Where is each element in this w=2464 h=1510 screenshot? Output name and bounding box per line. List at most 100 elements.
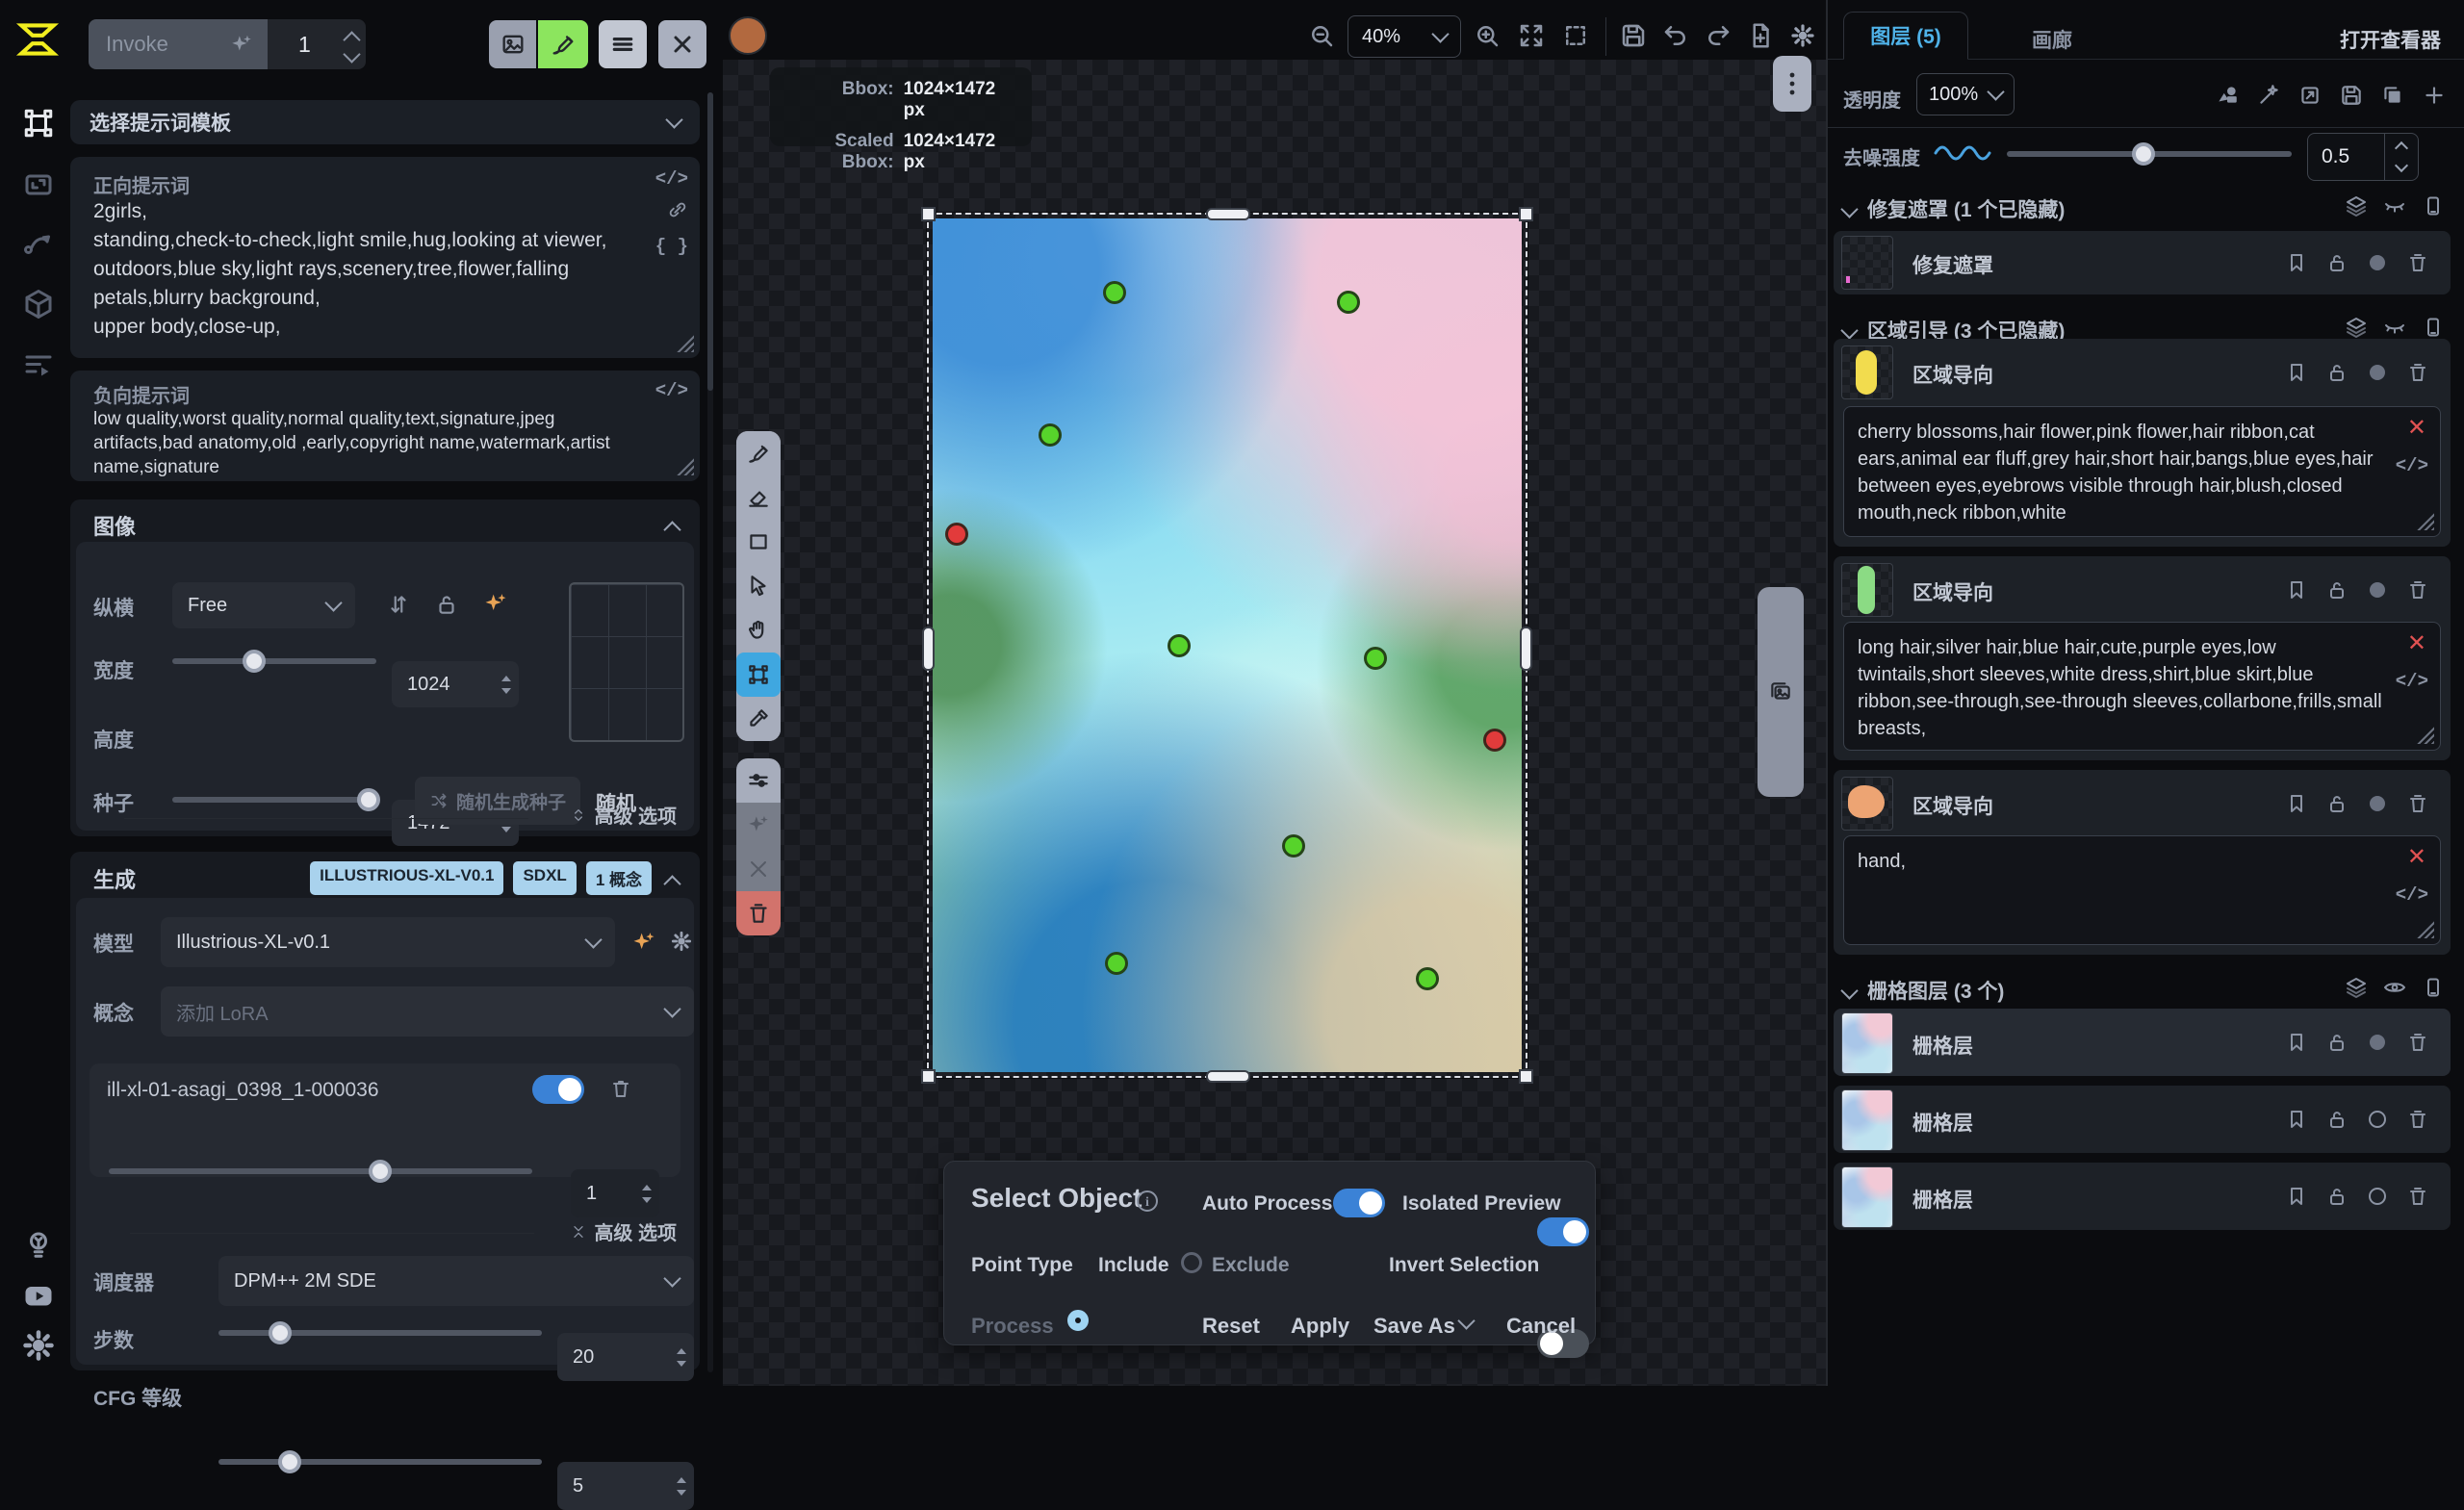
cfg-input[interactable]: 5 — [557, 1462, 694, 1510]
bbox-edge-handle-w[interactable] — [922, 627, 935, 671]
save-icon[interactable] — [1619, 21, 1648, 50]
clear-tool-disabled[interactable] — [736, 847, 781, 891]
redo-icon[interactable] — [1704, 21, 1732, 50]
trash-icon[interactable] — [2406, 361, 2429, 384]
denoise-slider[interactable] — [2007, 142, 2292, 166]
regional-layer-thumbnail[interactable] — [1841, 777, 1893, 831]
link-icon[interactable] — [667, 199, 688, 220]
settings-scrollbar-track[interactable] — [707, 92, 713, 1372]
positive-prompt-text[interactable]: 2girls, standing,check-to-check,light sm… — [93, 197, 642, 342]
bbox-corner-handle-ne[interactable] — [1519, 207, 1533, 221]
regional-prompt-box[interactable]: cherry blossoms,hair flower,pink flower,… — [1843, 406, 2441, 537]
tab-canvas-icon[interactable] — [21, 106, 56, 141]
new-canvas-icon[interactable] — [1746, 21, 1775, 50]
visibility-circle-outline-icon[interactable] — [2366, 1185, 2389, 1208]
bbox-edge-handle-n[interactable] — [1206, 208, 1250, 220]
bbox-corner-handle-nw[interactable] — [921, 207, 936, 221]
image-advanced-options[interactable]: 高级 选项 — [571, 801, 677, 829]
duplicate-icon[interactable] — [2380, 83, 2405, 108]
optimize-size-sparkle-icon[interactable] — [482, 590, 509, 617]
code-toggle-icon[interactable]: </> — [655, 380, 688, 401]
layer-stack-icon[interactable] — [2345, 976, 2368, 999]
lock-open-icon[interactable] — [2325, 1185, 2348, 1208]
regional-prompt-box[interactable]: long hair,silver hair,blue hair,cute,pur… — [1843, 622, 2441, 751]
height-slider[interactable] — [172, 788, 376, 811]
include-point[interactable] — [1103, 281, 1126, 304]
zoom-in-icon[interactable] — [1473, 21, 1502, 50]
zoom-out-icon[interactable] — [1307, 21, 1336, 50]
code-toggle-icon[interactable]: </> — [2396, 455, 2428, 476]
regional-layer-thumbnail[interactable] — [1841, 346, 1893, 399]
tab-upscaling-icon[interactable] — [21, 167, 56, 202]
delete-prompt-x-icon[interactable]: ✕ — [2407, 419, 2426, 438]
tab-workflows-icon[interactable] — [21, 225, 56, 260]
bbox-tool-active[interactable] — [736, 653, 781, 697]
lock-open-icon[interactable] — [2325, 361, 2348, 384]
lora-weight-slider[interactable] — [109, 1160, 532, 1183]
visibility-circle-icon[interactable] — [2366, 578, 2389, 601]
braces-icon[interactable]: { } — [655, 236, 688, 257]
exclude-point[interactable] — [945, 523, 968, 546]
width-input[interactable]: 1024 — [392, 661, 519, 707]
save-layer-icon[interactable] — [2339, 83, 2364, 108]
layer-stack-icon[interactable] — [2345, 194, 2368, 218]
bookmark-icon[interactable] — [2285, 578, 2308, 601]
lock-open-icon[interactable] — [2325, 1031, 2348, 1054]
model-sparkle-icon[interactable] — [630, 929, 657, 956]
bookmark-icon[interactable] — [2285, 792, 2308, 815]
reset-button[interactable]: Reset — [1202, 1314, 1260, 1339]
visibility-circle-icon[interactable] — [2366, 251, 2389, 274]
bbox-corner-handle-sw[interactable] — [921, 1069, 936, 1084]
color-swatch[interactable] — [729, 16, 767, 55]
eraser-tool[interactable] — [736, 475, 781, 520]
lock-open-icon[interactable] — [2325, 251, 2348, 274]
eye-open-icon[interactable] — [2383, 976, 2406, 999]
code-toggle-icon[interactable]: </> — [2396, 671, 2428, 692]
process-button[interactable]: Process — [971, 1314, 1054, 1339]
trash-icon[interactable] — [2406, 792, 2429, 815]
include-radio[interactable] — [1067, 1310, 1089, 1331]
bbox-edge-handle-e[interactable] — [1520, 627, 1532, 671]
raster-layer-row[interactable]: 栅格层 — [1834, 1086, 2451, 1153]
include-point[interactable] — [1337, 291, 1360, 314]
trash-icon[interactable] — [2406, 578, 2429, 601]
frame-icon[interactable] — [2422, 194, 2445, 218]
denoise-input[interactable]: 0.5 — [2307, 133, 2419, 181]
bookmark-icon[interactable] — [2285, 1185, 2308, 1208]
generation-advanced-options[interactable]: 高级 选项 — [571, 1217, 677, 1245]
negative-prompt-card[interactable]: 负向提示词 </> low quality,worst quality,norm… — [70, 371, 700, 481]
tab-queue-icon[interactable] — [21, 348, 56, 383]
save-as-button[interactable]: Save As — [1373, 1314, 1455, 1339]
bookmark-icon[interactable] — [2285, 1108, 2308, 1131]
transform-tool-disabled[interactable] — [736, 803, 781, 847]
opacity-select[interactable]: 100% — [1916, 73, 2015, 115]
cfg-slider[interactable] — [218, 1450, 542, 1473]
eyedropper-tool[interactable] — [736, 697, 781, 741]
layer-stack-icon[interactable] — [2345, 316, 2368, 339]
filter-tool[interactable] — [736, 758, 781, 803]
selection-bbox[interactable] — [927, 213, 1527, 1078]
negative-prompt-text[interactable]: low quality,worst quality,normal quality… — [93, 407, 652, 479]
collapse-chevron-icon[interactable] — [663, 875, 680, 892]
fit-to-view-icon[interactable] — [1517, 21, 1546, 50]
gallery-drawer-handle[interactable] — [1758, 587, 1804, 797]
include-point[interactable] — [1416, 967, 1439, 990]
bookmark-icon[interactable] — [2285, 251, 2308, 274]
tab-layers[interactable]: 图层 (5) — [1843, 12, 1968, 60]
aspect-select[interactable]: Free — [172, 582, 355, 628]
collapse-chevron-icon[interactable] — [663, 521, 680, 538]
cancel-button[interactable]: Cancel — [1506, 1314, 1576, 1339]
resize-handle[interactable] — [2417, 921, 2434, 938]
model-select[interactable]: Illustrious-XL-v0.1 — [161, 917, 615, 967]
resize-handle[interactable] — [677, 335, 694, 352]
width-slider[interactable] — [172, 650, 376, 673]
trash-icon[interactable] — [609, 1077, 632, 1100]
lora-enabled-toggle[interactable] — [532, 1075, 584, 1104]
delete-layer-tool[interactable] — [736, 891, 781, 935]
delete-prompt-x-icon[interactable]: ✕ — [2407, 848, 2426, 867]
info-icon[interactable]: i — [1137, 1190, 1158, 1212]
raster-layer-row-selected[interactable]: 栅格层 — [1834, 1009, 2451, 1076]
apply-button[interactable]: Apply — [1291, 1314, 1349, 1339]
swap-dimensions-icon[interactable] — [386, 592, 411, 617]
add-lora-select[interactable]: 添加 LoRA — [161, 986, 694, 1037]
